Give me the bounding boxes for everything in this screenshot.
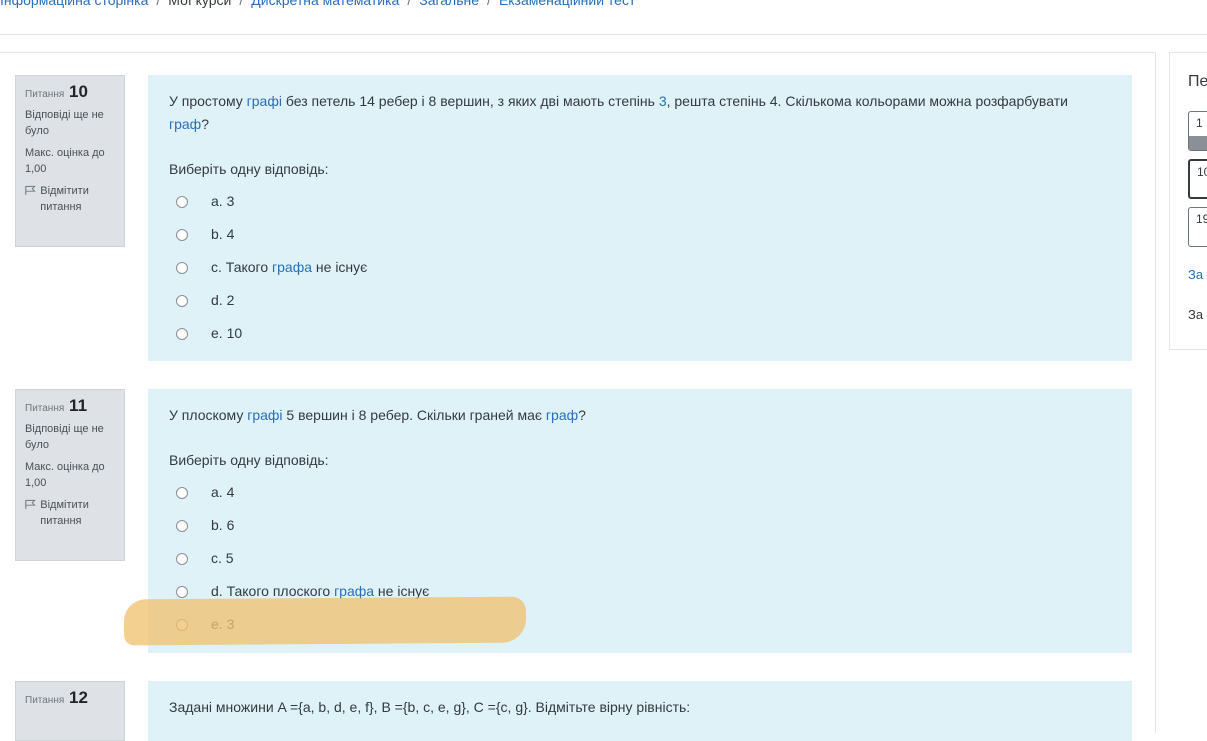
breadcrumb-item-my-courses[interactable]: Мої курси xyxy=(168,0,231,8)
breadcrumb-separator: / xyxy=(156,0,161,8)
answer-option-label: b. 4 xyxy=(211,223,234,246)
answer-prompt: Виберіть одну відповідь: xyxy=(169,161,329,177)
breadcrumb-item-quiz[interactable]: Екзаменаційний тест xyxy=(499,0,635,8)
glossary-link[interactable]: 3 xyxy=(659,93,667,109)
answer-option-label: e. 10 xyxy=(211,322,242,345)
answer-prompt: Виберіть одну відповідь: xyxy=(169,452,329,468)
question-info-11: Питання 11 Відповіді ще не було Макс. оц… xyxy=(15,389,125,561)
text-fragment: c. 5 xyxy=(211,550,234,566)
answer-option-label: a. 3 xyxy=(211,190,234,213)
glossary-link[interactable]: графа xyxy=(272,259,312,275)
nav-button-1[interactable]: 1 xyxy=(1188,111,1207,151)
text-fragment: ? xyxy=(201,116,209,132)
radio-button[interactable] xyxy=(176,261,188,274)
answer-option-label: b. 6 xyxy=(211,514,234,537)
glossary-link[interactable]: граф xyxy=(169,116,201,132)
nav-button-label: 19 xyxy=(1196,212,1207,226)
breadcrumb: Інформаційна сторінка / Мої курси / Дискретн… xyxy=(0,0,1207,24)
header-divider xyxy=(0,34,1207,35)
breadcrumb-separator: / xyxy=(239,0,244,8)
nav-info-text: За xyxy=(1188,307,1204,322)
answer-option[interactable]: c. 5 xyxy=(169,542,1110,575)
question-state: Відповіді ще не було xyxy=(25,423,104,451)
radio-button[interactable] xyxy=(176,519,188,532)
answer-option-label: c. Такого графа не існує xyxy=(211,256,367,279)
text-fragment: У простому xyxy=(169,93,247,109)
nav-button-19[interactable]: 19 xyxy=(1188,207,1207,247)
question-number: Питання 10 xyxy=(25,82,88,101)
answer-option[interactable]: c. Такого графа не існує xyxy=(169,251,1110,284)
radio-button[interactable] xyxy=(176,552,188,565)
text-fragment: b. 6 xyxy=(211,517,235,533)
question-text: У простому графі без петель 14 ребер і 8… xyxy=(169,90,1110,136)
flag-question-button[interactable]: Відмітити питання xyxy=(25,497,115,529)
answer-list: a. 3 b. 4 c. Такого графа не існує d. 2 e. 1… xyxy=(169,185,1110,350)
question-state: Відповіді ще не було xyxy=(25,109,104,137)
breadcrumb-separator: / xyxy=(407,0,412,8)
question-number: Питання 12 xyxy=(25,688,88,707)
question-info-12: Питання 12 xyxy=(15,681,125,741)
text-fragment: У плоскому xyxy=(169,407,248,423)
glossary-link[interactable]: графа xyxy=(334,583,374,599)
text-fragment: a. 3 xyxy=(211,193,235,209)
answer-option-label: c. 5 xyxy=(211,547,234,570)
flag-icon xyxy=(25,185,36,195)
question-grade: Макс. оцінка до 1,00 xyxy=(25,147,105,175)
radio-button[interactable] xyxy=(176,294,188,307)
flag-icon xyxy=(25,499,36,509)
breadcrumb-item-home[interactable]: Інформаційна сторінка xyxy=(0,0,148,8)
breadcrumb-item-course[interactable]: Дискретна математика xyxy=(251,0,399,8)
highlighter-mark xyxy=(123,596,527,646)
answer-option[interactable]: a. 3 xyxy=(169,185,1110,218)
radio-button[interactable] xyxy=(176,195,188,208)
flag-question-button[interactable]: Відмітити питання xyxy=(25,183,115,215)
glossary-link[interactable]: графі xyxy=(247,93,282,109)
question-info-10: Питання 10 Відповіді ще не було Макс. оц… xyxy=(15,75,125,247)
question-content-12: Задані множини A ={a, b, d, e, f}, B ={b… xyxy=(148,681,1132,741)
text-fragment: ? xyxy=(578,407,586,423)
text-fragment: d. Такого плоского xyxy=(211,583,335,599)
question-text: У плоскому графі 5 вершин і 8 ребер. Скі… xyxy=(169,404,1110,427)
text-fragment: a. 4 xyxy=(211,484,235,500)
text-fragment: не існує xyxy=(312,259,368,275)
quiz-navigation-title: Пе xyxy=(1188,73,1207,90)
nav-button-label: 10 xyxy=(1197,165,1207,179)
answer-option[interactable]: e. 10 xyxy=(169,317,1110,350)
answered-bar xyxy=(1189,136,1207,150)
glossary-link[interactable]: граф xyxy=(546,407,578,423)
quiz-navigation-block: Пе 1 10 19 За За xyxy=(1169,52,1207,350)
nav-button-label: 1 xyxy=(1196,116,1203,130)
question-content-10: У простому графі без петель 14 ребер і 8… xyxy=(148,75,1132,361)
text-fragment: c. Такого xyxy=(211,259,273,275)
glossary-link[interactable]: графі xyxy=(247,407,282,423)
radio-button[interactable] xyxy=(176,585,188,598)
breadcrumb-item-section[interactable]: Загальне xyxy=(419,0,479,8)
finish-attempt-link[interactable]: За xyxy=(1188,267,1203,282)
answer-option[interactable]: b. 4 xyxy=(169,218,1110,251)
answer-option-label: d. 2 xyxy=(211,289,234,312)
text-fragment: d. 2 xyxy=(211,292,235,308)
flag-question-label: Відмітити питання xyxy=(40,499,89,527)
answer-option[interactable]: b. 6 xyxy=(169,509,1110,542)
text-fragment: b. 4 xyxy=(211,226,235,242)
answer-option-label: a. 4 xyxy=(211,481,234,504)
question-grade: Макс. оцінка до 1,00 xyxy=(25,461,105,489)
question-text: Задані множини A ={a, b, d, e, f}, B ={b… xyxy=(169,699,691,715)
answer-option[interactable]: d. 2 xyxy=(169,284,1110,317)
radio-button[interactable] xyxy=(176,327,188,340)
text-fragment: 5 вершин і 8 ребер. Скільки граней має xyxy=(282,407,546,423)
text-fragment: e. 10 xyxy=(211,325,243,341)
flag-question-label: Відмітити питання xyxy=(40,185,89,213)
text-fragment: , решта степінь 4. Скількома кольорами м… xyxy=(666,93,1068,109)
question-number: Питання 11 xyxy=(25,396,88,415)
nav-button-10[interactable]: 10 xyxy=(1188,159,1207,199)
answer-option[interactable]: a. 4 xyxy=(169,476,1110,509)
radio-button[interactable] xyxy=(176,228,188,241)
text-fragment: без петель 14 ребер і 8 вершин, з яких д… xyxy=(281,93,659,109)
radio-button[interactable] xyxy=(176,486,188,499)
breadcrumb-separator: / xyxy=(487,0,491,8)
